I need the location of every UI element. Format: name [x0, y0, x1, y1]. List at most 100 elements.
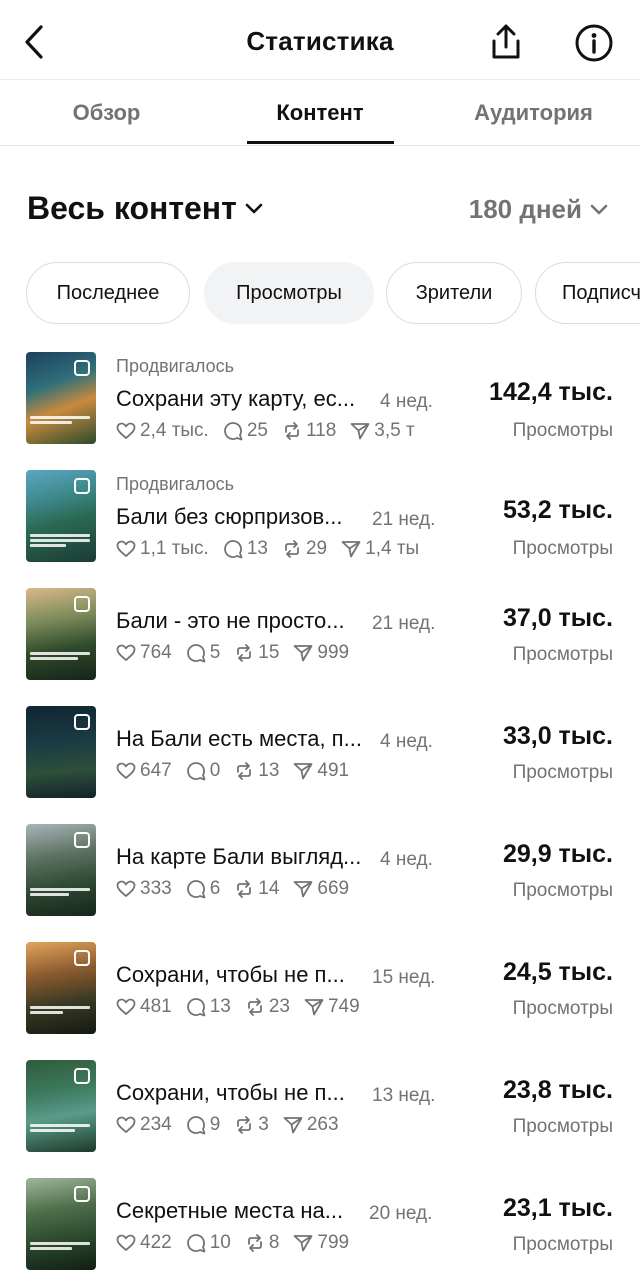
- comments-count: 0: [209, 760, 221, 781]
- shares-count: 799: [317, 1232, 350, 1253]
- comments-count: 25: [246, 420, 268, 441]
- shares-count: 3,5 т: [374, 420, 415, 441]
- share-button[interactable]: [486, 22, 526, 62]
- heart-icon: [116, 998, 136, 1015]
- shares-count: 669: [317, 878, 350, 899]
- sort-chips: Последнее Просмотры Зрители Подписч: [0, 262, 640, 326]
- send-icon: [294, 1235, 313, 1252]
- post-age: 4 нед.: [380, 849, 433, 870]
- top-bar: Статистика: [0, 0, 640, 80]
- post-age: 4 нед.: [380, 391, 433, 412]
- likes-count: 333: [140, 878, 172, 899]
- comment-icon: [224, 422, 243, 441]
- post-row[interactable]: Продвигалось Бали без сюрпризов... 21 не…: [0, 458, 640, 568]
- repost-icon: [237, 880, 252, 898]
- repost-icon: [285, 422, 299, 440]
- views-label: Просмотры: [512, 1234, 613, 1255]
- views-label: Просмотры: [512, 880, 613, 901]
- post-row[interactable]: На карте Бали выгляд... 4 нед. 333 6 14 …: [0, 812, 640, 922]
- post-metrics: 333 6 14 669: [116, 876, 440, 902]
- post-metrics: 2,4 тыс. 25 118 3,5 т: [116, 418, 440, 444]
- post-thumbnail: [26, 470, 96, 562]
- views-label: Просмотры: [512, 420, 613, 441]
- post-metrics: 481 13 23 749: [116, 994, 440, 1020]
- post-row[interactable]: На Бали есть места, п... 4 нед. 647 0 13…: [0, 694, 640, 804]
- post-row[interactable]: Сохрани, чтобы не п... 13 нед. 234 9 3 2…: [0, 1048, 640, 1158]
- comments-count: 13: [246, 538, 268, 559]
- page-title: Статистика: [246, 26, 394, 56]
- post-age: 13 нед.: [372, 1085, 436, 1106]
- comments-count: 5: [209, 642, 221, 663]
- views-value: 23,8 тыс.: [502, 1076, 613, 1104]
- post-row[interactable]: Продвигалось Сохрани эту карту, ес... 4 …: [0, 340, 640, 450]
- post-title: Секретные места на...: [116, 1198, 344, 1223]
- promoted-label: Продвигалось: [116, 474, 234, 494]
- views-value: 53,2 тыс.: [502, 496, 613, 524]
- shares-count: 263: [306, 1114, 339, 1135]
- chip-viewers[interactable]: Зрители: [386, 262, 522, 324]
- post-title: Сохрани, чтобы не п...: [116, 1080, 345, 1105]
- views-label: Просмотры: [512, 762, 613, 783]
- content-type-dropdown[interactable]: Весь контент: [27, 190, 263, 227]
- heart-icon: [116, 1234, 136, 1251]
- post-thumbnail: [26, 942, 96, 1034]
- post-title: На карте Бали выгляд...: [116, 844, 362, 869]
- post-thumbnail: [26, 588, 96, 680]
- comments-count: 6: [209, 878, 221, 899]
- tab-audience[interactable]: Аудитория: [427, 80, 640, 146]
- comment-icon: [224, 540, 243, 559]
- active-tab-indicator: [247, 141, 394, 144]
- comment-icon: [186, 644, 206, 663]
- chip-recent[interactable]: Последнее: [26, 262, 190, 324]
- promoted-label: Продвигалось: [116, 356, 234, 376]
- comment-icon: [186, 1234, 206, 1253]
- comments-count: 13: [209, 996, 231, 1017]
- chip-views[interactable]: Просмотры: [204, 262, 374, 324]
- post-metrics: 764 5 15 999: [116, 640, 440, 666]
- views-value: 23,1 тыс.: [502, 1194, 613, 1222]
- comment-icon: [186, 1116, 206, 1135]
- post-age: 21 нед.: [372, 509, 436, 530]
- send-icon: [341, 541, 361, 558]
- tab-content[interactable]: Контент: [213, 80, 427, 146]
- repost-icon: [285, 540, 299, 558]
- views-label: Просмотры: [512, 538, 613, 559]
- heart-icon: [116, 540, 136, 557]
- tab-overview[interactable]: Обзор: [0, 80, 213, 146]
- post-row[interactable]: Секретные места на... 20 нед. 422 10 8 7…: [0, 1166, 640, 1276]
- reposts-count: 3: [258, 1114, 269, 1135]
- views-label: Просмотры: [512, 644, 613, 665]
- reposts-count: 118: [305, 420, 337, 441]
- heart-icon: [116, 762, 136, 779]
- views-label: Просмотры: [512, 1116, 613, 1137]
- send-icon: [350, 423, 370, 440]
- views-value: 37,0 тыс.: [502, 604, 613, 632]
- reposts-count: 29: [305, 538, 328, 559]
- post-title: Бали без сюрпризов...: [116, 504, 343, 529]
- post-metrics: 647 0 13 491: [116, 758, 440, 784]
- reposts-count: 15: [258, 642, 280, 663]
- comment-icon: [186, 880, 206, 899]
- views-label: Просмотры: [512, 998, 613, 1019]
- repost-icon: [247, 998, 262, 1016]
- comment-icon: [186, 762, 206, 781]
- heart-icon: [116, 422, 136, 439]
- info-icon: [575, 24, 613, 62]
- post-age: 20 нед.: [369, 1203, 433, 1224]
- post-row[interactable]: Бали - это не просто... 21 нед. 764 5 15…: [0, 576, 640, 686]
- post-thumbnail: [26, 352, 96, 444]
- chevron-down-icon: [590, 204, 608, 214]
- period-dropdown[interactable]: 180 дней: [469, 194, 608, 225]
- info-button[interactable]: [573, 22, 615, 64]
- chip-followers[interactable]: Подписч: [535, 262, 640, 324]
- send-icon: [304, 999, 324, 1016]
- likes-count: 1,1 тыс.: [140, 538, 209, 559]
- shares-count: 1,4 ты: [365, 538, 420, 559]
- chevron-down-icon: [245, 203, 263, 213]
- share-icon: [492, 24, 520, 59]
- likes-count: 2,4 тыс.: [140, 420, 209, 441]
- post-row[interactable]: Сохрани, чтобы не п... 15 нед. 481 13 23…: [0, 930, 640, 1040]
- post-thumbnail: [26, 706, 96, 798]
- post-title: Сохрани эту карту, ес...: [116, 386, 356, 411]
- shares-count: 749: [327, 996, 360, 1017]
